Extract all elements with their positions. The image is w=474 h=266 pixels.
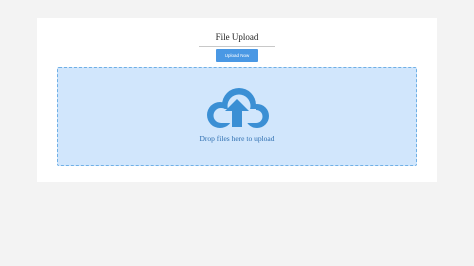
dropzone-label: Drop files here to upload	[199, 134, 275, 143]
upload-now-button[interactable]: Upload Now	[216, 49, 258, 62]
upload-card: File Upload Upload Now Drop files here t…	[37, 18, 437, 182]
cloud-upload-icon	[207, 88, 269, 128]
page-title: File Upload	[215, 32, 259, 42]
title-divider	[199, 46, 275, 47]
file-dropzone[interactable]: Drop files here to upload	[57, 67, 417, 166]
